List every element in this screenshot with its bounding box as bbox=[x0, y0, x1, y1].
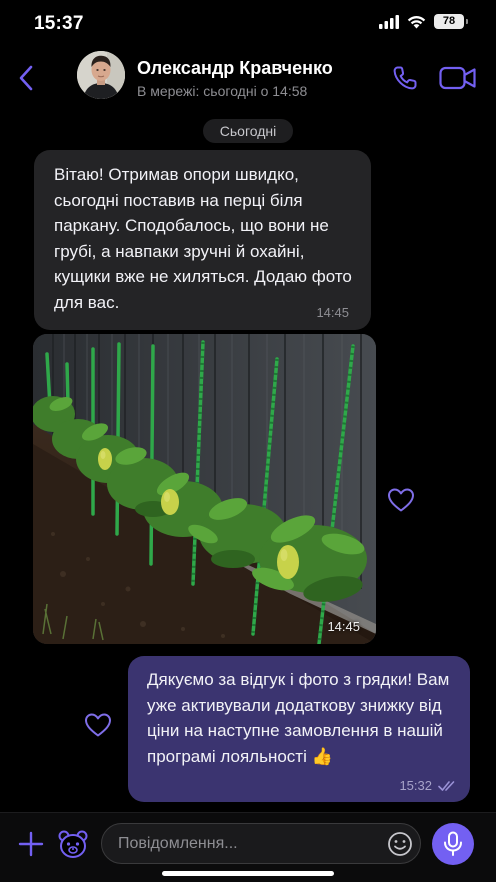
video-camera-icon bbox=[439, 66, 476, 90]
contact-name[interactable]: Олександр Кравченко bbox=[137, 58, 333, 79]
back-arrow-icon bbox=[19, 65, 33, 91]
pepper-plants-photo bbox=[33, 334, 376, 644]
react-button[interactable] bbox=[82, 711, 114, 739]
heart-outline-icon bbox=[388, 488, 414, 512]
heart-outline-icon bbox=[85, 713, 111, 737]
avatar[interactable] bbox=[77, 51, 125, 99]
battery-icon: 78 bbox=[434, 14, 468, 29]
sticker-bear-icon bbox=[58, 830, 88, 858]
message-text: Вітаю! Отримав опори швидко, сьогодні по… bbox=[54, 165, 352, 312]
outgoing-message-bubble[interactable]: Дякуємо за відгук і фото з грядки! Вам у… bbox=[128, 656, 470, 802]
status-icons: 78 bbox=[379, 14, 468, 29]
incoming-message-bubble[interactable]: Вітаю! Отримав опори швидко, сьогодні по… bbox=[34, 150, 371, 330]
message-time: 15:32 bbox=[399, 778, 432, 793]
voice-call-button[interactable] bbox=[389, 62, 421, 94]
video-call-button[interactable] bbox=[438, 62, 478, 94]
message-input-field[interactable] bbox=[101, 823, 421, 864]
message-meta: 15:32 bbox=[399, 778, 458, 793]
status-time: 15:37 bbox=[34, 13, 84, 34]
voice-message-button[interactable] bbox=[432, 823, 474, 865]
contact-status: В мережі: сьогодні о 14:58 bbox=[137, 83, 308, 99]
status-bar: 15:37 78 bbox=[0, 0, 496, 48]
plus-icon bbox=[18, 831, 44, 857]
phone-icon bbox=[393, 66, 417, 90]
message-input[interactable] bbox=[118, 824, 368, 863]
attach-button[interactable] bbox=[14, 827, 48, 861]
react-button[interactable] bbox=[385, 486, 417, 514]
avatar-photo bbox=[77, 51, 125, 99]
wifi-icon bbox=[407, 15, 426, 28]
incoming-photo-message[interactable]: 14:45 bbox=[33, 334, 376, 644]
home-indicator bbox=[162, 871, 334, 876]
message-time: 14:45 bbox=[327, 619, 360, 634]
message-time: 14:45 bbox=[316, 305, 349, 320]
double-check-icon bbox=[438, 780, 455, 791]
back-button[interactable] bbox=[10, 60, 42, 96]
sticker-button[interactable] bbox=[56, 827, 90, 861]
emoji-button[interactable] bbox=[386, 830, 414, 858]
message-text: Дякуємо за відгук і фото з грядки! Вам у… bbox=[147, 670, 450, 766]
signal-icon bbox=[379, 14, 399, 29]
date-separator: Сьогодні bbox=[203, 119, 293, 143]
emoji-smile-icon bbox=[388, 832, 412, 856]
microphone-icon bbox=[444, 831, 462, 856]
chat-header: Олександр Кравченко В мережі: сьогодні о… bbox=[0, 48, 496, 108]
